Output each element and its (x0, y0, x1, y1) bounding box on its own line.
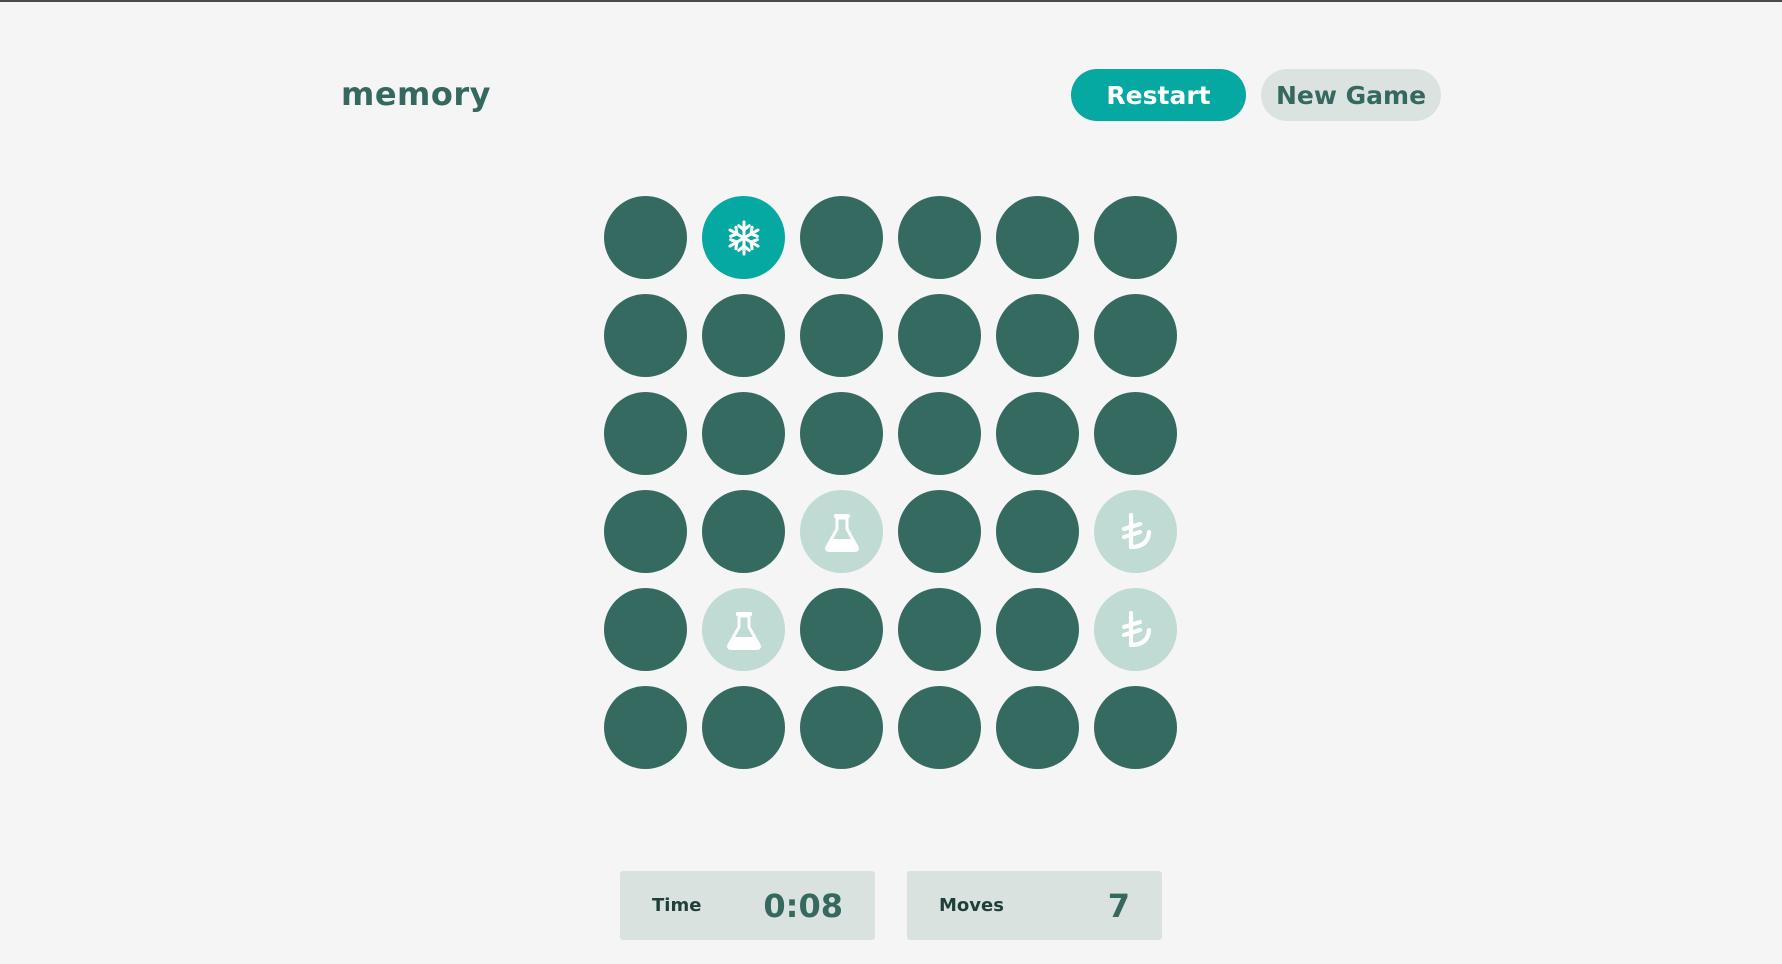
tile-r3-c3[interactable] (800, 392, 883, 475)
tile-r5-c5[interactable] (996, 588, 1079, 671)
tile-r4-c5[interactable] (996, 490, 1079, 573)
time-value: 0:08 (763, 886, 843, 925)
moves-value: 7 (1107, 886, 1130, 925)
tile-r2-c1[interactable] (604, 294, 687, 377)
time-panel: Time 0:08 (620, 871, 875, 940)
tile-r4-c2[interactable] (702, 490, 785, 573)
tile-r3-c5[interactable] (996, 392, 1079, 475)
tile-r5-c6[interactable] (1094, 588, 1177, 671)
tile-r1-c4[interactable] (898, 196, 981, 279)
time-label: Time (652, 895, 702, 916)
tile-r6-c1[interactable] (604, 686, 687, 769)
game-board (604, 196, 1177, 769)
tile-r3-c6[interactable] (1094, 392, 1177, 475)
tile-r5-c4[interactable] (898, 588, 981, 671)
logo: memory (341, 75, 492, 113)
tile-r3-c2[interactable] (702, 392, 785, 475)
tile-r5-c1[interactable] (604, 588, 687, 671)
tile-r5-c2[interactable] (702, 588, 785, 671)
top-rule (0, 0, 1782, 2)
tile-r6-c3[interactable] (800, 686, 883, 769)
tile-r2-c6[interactable] (1094, 294, 1177, 377)
tile-r1-c6[interactable] (1094, 196, 1177, 279)
tile-r6-c2[interactable] (702, 686, 785, 769)
tile-r3-c1[interactable] (604, 392, 687, 475)
tile-r6-c4[interactable] (898, 686, 981, 769)
new-game-button[interactable]: New Game (1261, 69, 1441, 121)
tile-r4-c6[interactable] (1094, 490, 1177, 573)
tile-r4-c4[interactable] (898, 490, 981, 573)
moves-label: Moves (939, 895, 1004, 916)
snowflake-icon (725, 219, 763, 257)
tile-r2-c4[interactable] (898, 294, 981, 377)
lira-sign-icon (1119, 610, 1153, 650)
tile-r1-c2[interactable] (702, 196, 785, 279)
tile-r1-c1[interactable] (604, 196, 687, 279)
tile-r1-c3[interactable] (800, 196, 883, 279)
tile-r6-c5[interactable] (996, 686, 1079, 769)
tile-r1-c5[interactable] (996, 196, 1079, 279)
tile-r6-c6[interactable] (1094, 686, 1177, 769)
tile-r2-c3[interactable] (800, 294, 883, 377)
flask-icon (726, 610, 762, 650)
tile-r4-c1[interactable] (604, 490, 687, 573)
flask-icon (824, 512, 860, 552)
tile-r4-c3[interactable] (800, 490, 883, 573)
restart-button[interactable]: Restart (1071, 69, 1246, 121)
tile-r5-c3[interactable] (800, 588, 883, 671)
tile-r2-c2[interactable] (702, 294, 785, 377)
lira-sign-icon (1119, 512, 1153, 552)
tile-r2-c5[interactable] (996, 294, 1079, 377)
moves-panel: Moves 7 (907, 871, 1162, 940)
tile-r3-c4[interactable] (898, 392, 981, 475)
